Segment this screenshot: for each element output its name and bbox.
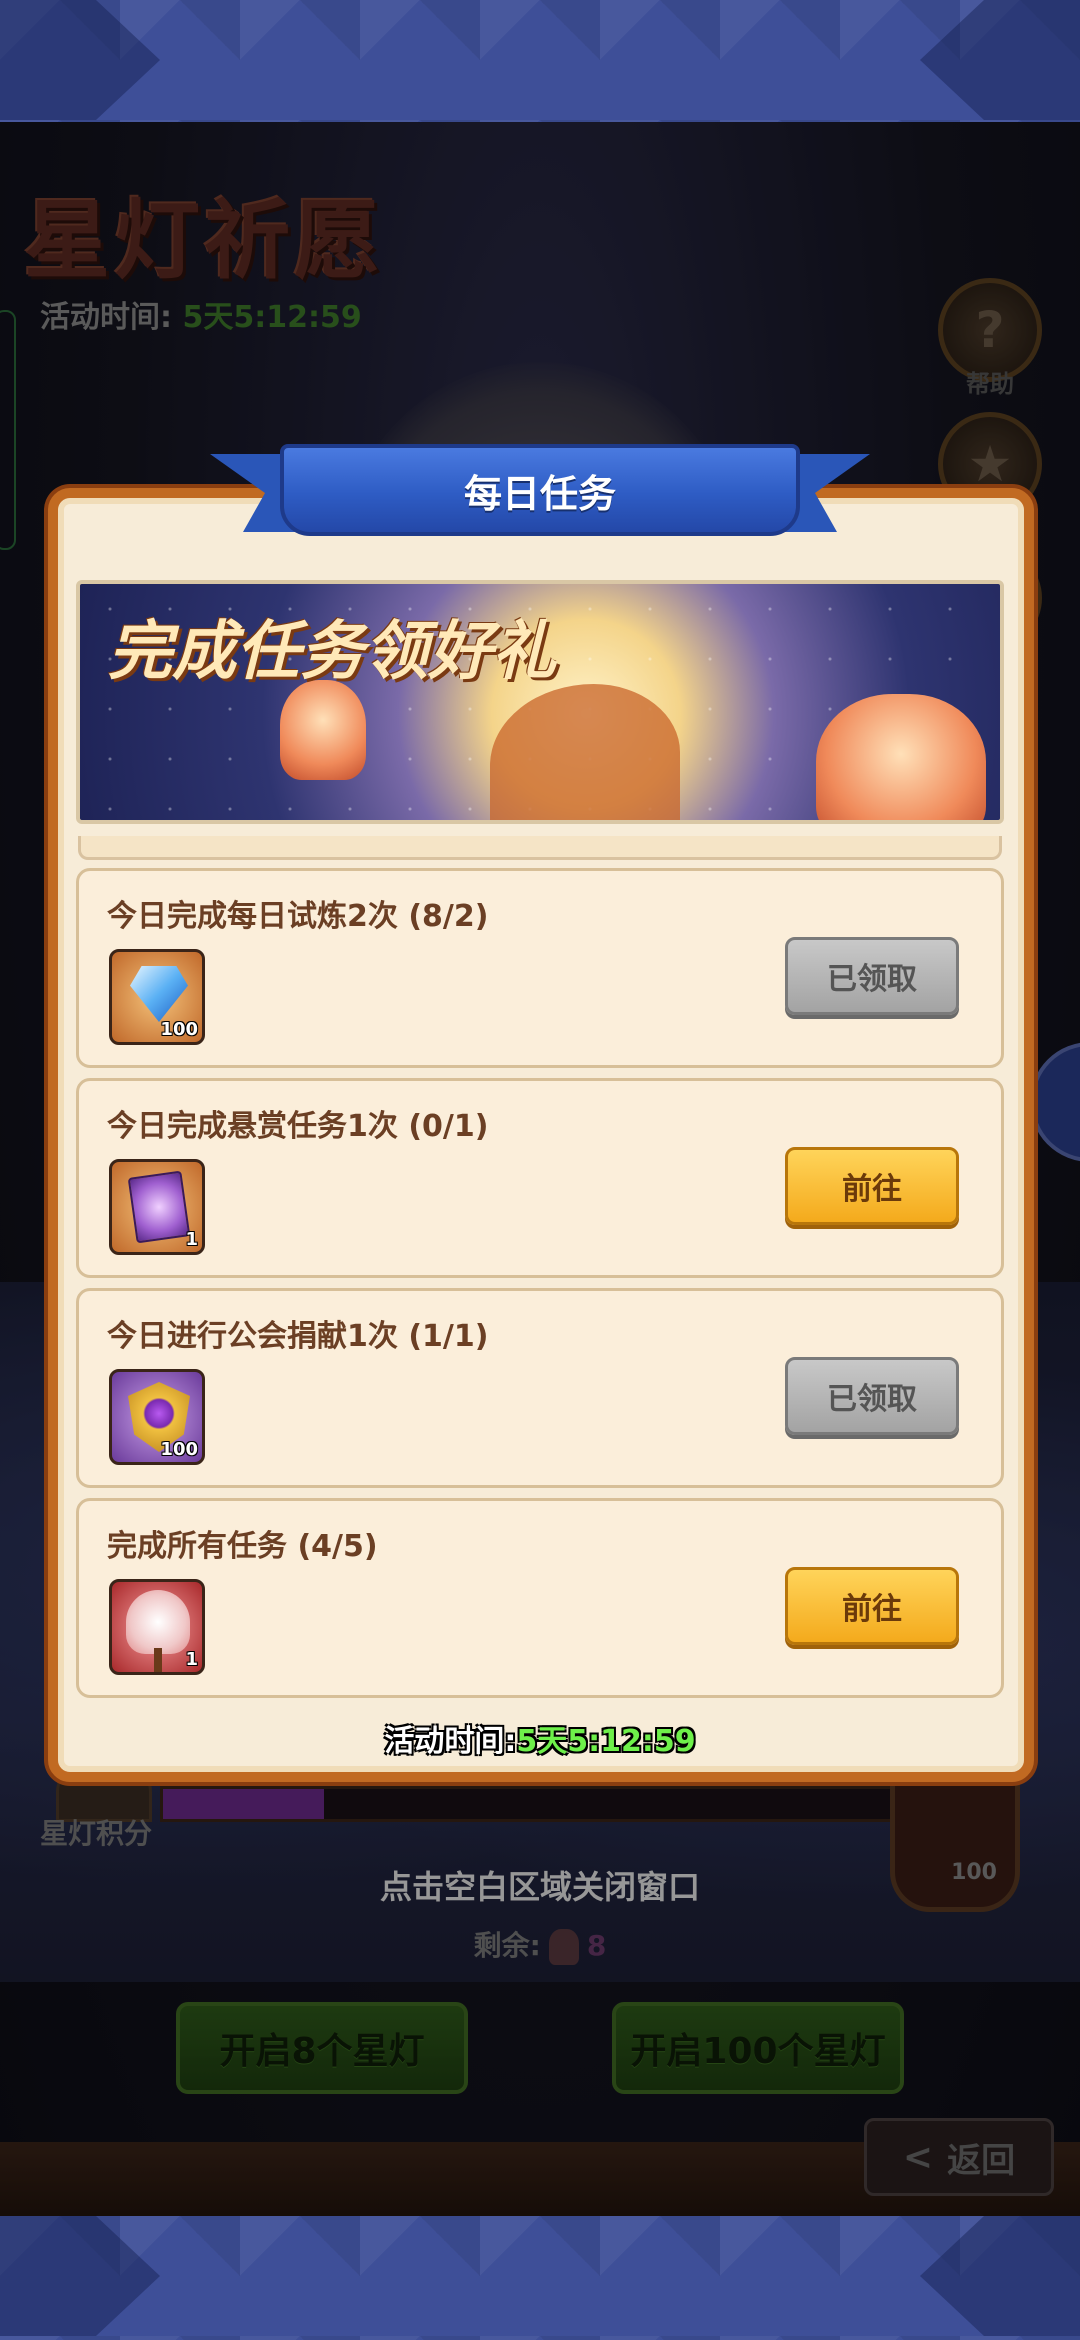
reward-quantity: 1 — [185, 1649, 198, 1670]
claimed-button[interactable]: 已领取 — [785, 937, 959, 1015]
dialog-time-value: 5天5:12:59 — [516, 1724, 696, 1759]
reward-item[interactable]: 100 — [109, 949, 205, 1045]
fan-handle — [154, 1648, 162, 1672]
reward-item[interactable]: 1 — [109, 1159, 205, 1255]
frame-decoration — [0, 0, 160, 120]
go-button[interactable]: 前往 — [785, 1147, 959, 1225]
task-name: 今日完成每日试炼2次 (8/2) — [107, 899, 489, 934]
task-row: 今日完成每日试炼2次 (8/2) 100 已领取 — [76, 868, 1004, 1068]
lantern-fan-icon — [126, 1590, 190, 1654]
sky-lantern-image — [816, 694, 986, 820]
task-name: 完成所有任务 (4/5) — [107, 1529, 378, 1564]
dialog-time-label: 活动时间: — [384, 1724, 517, 1759]
task-row: 今日完成悬赏任务1次 (0/1) 1 前往 — [76, 1078, 1004, 1278]
dialog-activity-time: 活动时间:5天5:12:59 — [0, 1716, 1080, 1760]
reward-quantity: 100 — [160, 1439, 198, 1460]
frame-decoration — [920, 2216, 1080, 2336]
sky-lantern-image — [280, 680, 366, 780]
purple-card-icon — [127, 1170, 191, 1244]
reward-quantity: 1 — [185, 1229, 198, 1250]
task-name: 今日进行公会捐献1次 (1/1) — [107, 1319, 489, 1354]
reward-item[interactable]: 100 — [109, 1369, 205, 1465]
top-frame-band — [0, 0, 1080, 122]
frame-decoration — [0, 2216, 160, 2336]
task-row: 今日进行公会捐献1次 (1/1) 100 已领取 — [76, 1288, 1004, 1488]
task-row: 完成所有任务 (4/5) 1 前往 — [76, 1498, 1004, 1698]
list-top-edge — [78, 836, 1002, 860]
task-name: 今日完成悬赏任务1次 (0/1) — [107, 1109, 489, 1144]
banner-title: 完成任务领好礼 — [108, 615, 556, 689]
bottom-frame-band — [0, 2216, 1080, 2340]
frame-decoration — [920, 0, 1080, 120]
claimed-button[interactable]: 已领取 — [785, 1357, 959, 1435]
go-button[interactable]: 前往 — [785, 1567, 959, 1645]
event-banner: 完成任务领好礼 — [76, 580, 1004, 824]
diamond-icon — [130, 966, 188, 1022]
reward-quantity: 100 — [160, 1019, 198, 1040]
reward-item[interactable]: 1 — [109, 1579, 205, 1675]
dialog-title: 每日任务 — [280, 444, 800, 536]
